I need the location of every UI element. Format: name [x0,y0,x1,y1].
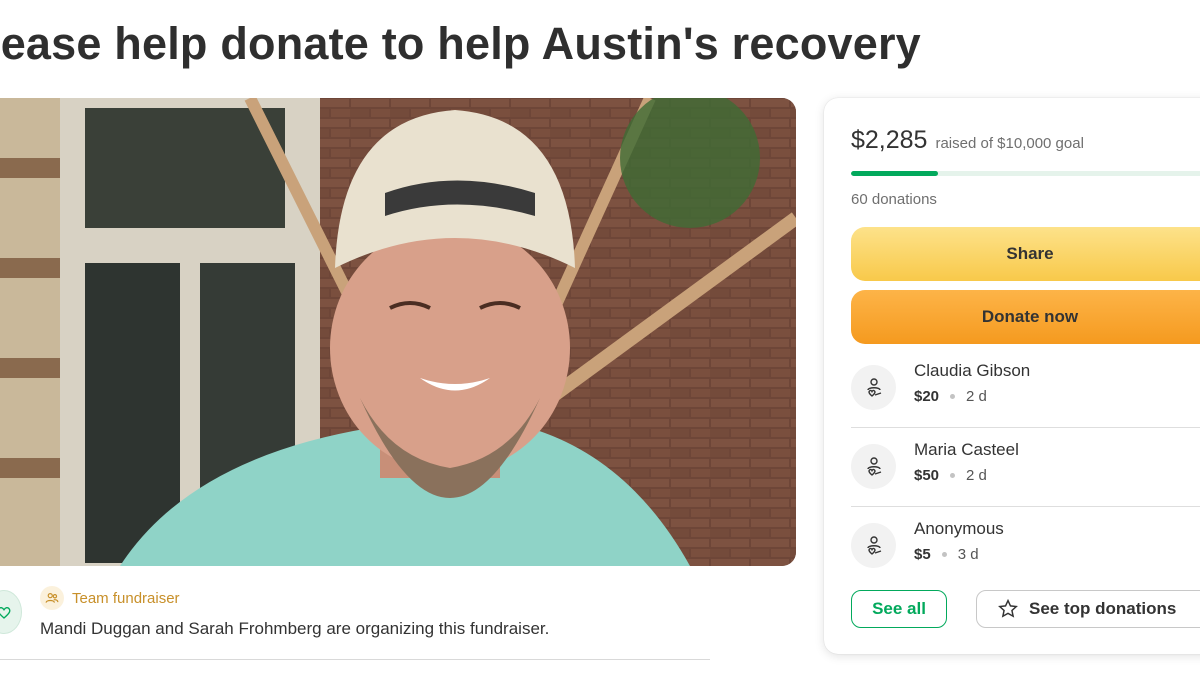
donor-meta: $50 2 d [914,467,987,484]
donor-name: Anonymous [914,519,1004,538]
donate-now-button[interactable]: Donate now [851,290,1200,344]
see-all-button[interactable]: See all [851,590,947,628]
donor-time: 2 d [966,467,987,484]
heart-hand-icon [0,606,11,619]
separator-dot [950,394,956,399]
team-fundraiser-row: Team fundraiser [40,586,180,610]
organizer-description: Mandi Duggan and Sarah Frohmberg are org… [40,619,550,638]
goal-text: raised of $10,000 goal [935,135,1084,152]
divider [851,506,1200,507]
team-icon [40,586,64,610]
page-title: lease help donate to help Austin's recov… [0,18,921,69]
heart-hand-icon [866,535,881,555]
divider [0,659,710,660]
campaign-photo [0,98,796,566]
heart-hand-icon [866,377,881,397]
star-icon [998,598,1018,618]
donor-amount: $20 [914,388,940,405]
share-button[interactable]: Share [851,227,1200,281]
divider [851,427,1200,428]
progress-fill [851,171,938,176]
donor-time: 2 d [966,388,987,405]
donor-name: Claudia Gibson [914,361,1031,380]
donor-avatar [851,444,896,489]
donor-item: Anonymous $5 3 d [851,511,1200,581]
donor-meta: $5 3 d [914,546,979,563]
separator-dot [941,552,947,557]
organizer-avatar [0,590,22,634]
donor-meta: $20 2 d [914,388,987,405]
see-top-donations-button[interactable]: See top donations [976,590,1200,628]
donation-card: $2,285 raised of $10,000 goal 60 donatio… [824,98,1200,654]
team-fundraiser-label: Team fundraiser [72,589,180,607]
separator-dot [950,473,956,478]
donor-name: Maria Casteel [914,440,1019,459]
donor-amount: $50 [914,467,940,484]
donor-avatar [851,365,896,410]
donor-amount: $5 [914,546,931,563]
raised-summary: $2,285 raised of $10,000 goal [851,126,1084,155]
see-top-donations-label: See top donations [1029,599,1177,618]
donor-item: Maria Casteel $50 2 d [851,432,1200,502]
donation-count: 60 donations [851,191,937,208]
donor-avatar [851,523,896,568]
heart-hand-icon [866,456,881,476]
progress-bar [851,171,1200,176]
donor-item: Claudia Gibson $20 2 d [851,353,1200,423]
raised-amount: $2,285 [851,126,928,154]
donor-time: 3 d [957,546,979,563]
